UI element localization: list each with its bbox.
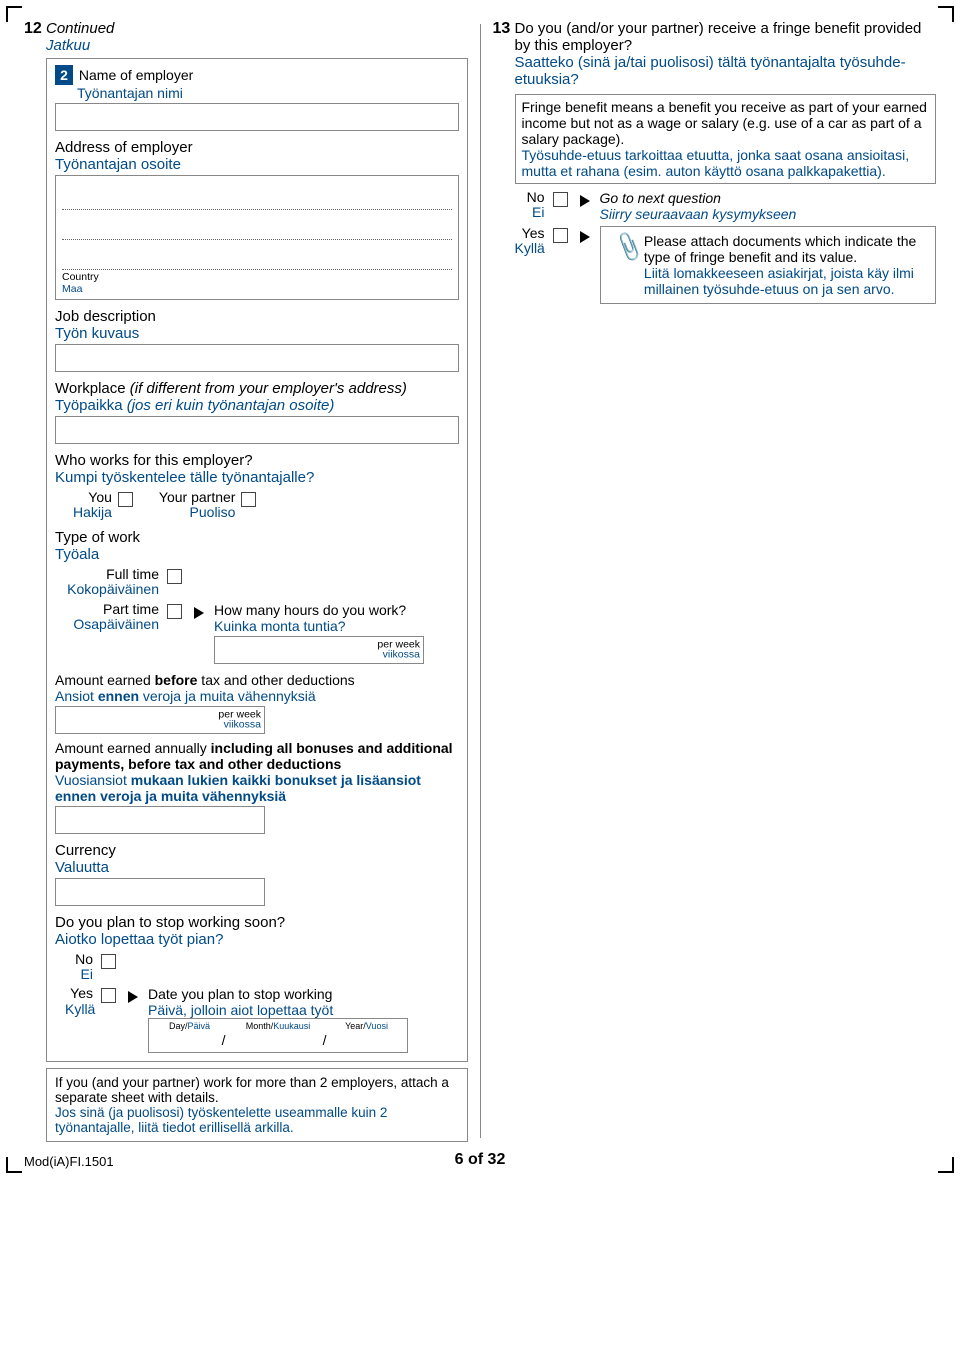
who-works-label-fi: Kumpi työskentelee tälle työnantajalle?: [55, 469, 459, 486]
stop-no-checkbox[interactable]: [101, 954, 116, 969]
stop-yes-fi: Kyllä: [65, 1002, 93, 1017]
type-of-work-label-en: Type of work: [55, 529, 140, 546]
fringe-definition-box: Fringe benefit means a benefit you recei…: [515, 94, 937, 184]
q13-yes-checkbox[interactable]: [553, 228, 568, 243]
employer-name-input[interactable]: [55, 103, 459, 131]
attach-documents-box: 📎 Please attach documents which indicate…: [600, 226, 937, 304]
arrow-icon-3: [580, 195, 590, 207]
currency-label-en: Currency: [55, 842, 116, 859]
goto-next-fi: Siirry seuraavaan kysymykseen: [600, 206, 797, 222]
amount-annual-fi: Vuosiansiot mukaan lukien kaikki bonukse…: [55, 772, 421, 804]
page-footer: Mod(iA)FI.1501 6 of 32: [24, 1154, 936, 1169]
workplace-label-fi: Työpaikka (jos eri kuin työnantajan osoi…: [55, 397, 459, 414]
country-label-en: Country: [62, 271, 99, 283]
fringe-def-fi: Työsuhde-etuus tarkoittaa etuutta, jonka…: [522, 147, 930, 179]
q13-no-en: No: [515, 190, 545, 205]
amount-before-en: Amount earned before tax and other deduc…: [55, 672, 355, 688]
perweek-fi: viikossa: [377, 650, 420, 661]
workplace-input[interactable]: [55, 416, 459, 444]
you-label-en: You: [73, 490, 112, 505]
q13-no-checkbox[interactable]: [553, 192, 568, 207]
employer-address-input[interactable]: Country Maa: [55, 175, 459, 300]
perweek2-en: per week: [218, 709, 261, 720]
parttime-label-en: Part time: [55, 602, 159, 617]
currency-label-fi: Valuutta: [55, 859, 459, 876]
arrow-icon: [194, 607, 204, 619]
partner-label-en: Your partner: [159, 490, 236, 505]
employer-name-label-fi: Työnantajan nimi: [77, 85, 183, 101]
note-en: If you (and your partner) work for more …: [55, 1075, 459, 1105]
attach-text-en: Please attach documents which indicate t…: [644, 233, 927, 265]
employer-badge: 2: [55, 65, 73, 85]
continued-fi: Jatkuu: [46, 37, 90, 54]
q13-yes-fi: Kyllä: [515, 241, 545, 256]
q13-number: 13: [493, 20, 511, 38]
q13-question-en: Do you (and/or your partner) receive a f…: [515, 20, 922, 54]
arrow-icon-4: [580, 231, 590, 243]
q13-question-fi: Saatteko (sinä ja/tai puolisosi) tältä t…: [515, 54, 906, 88]
stop-no-en: No: [65, 952, 93, 967]
who-works-label-en: Who works for this employer?: [55, 452, 253, 469]
question-12: 12 Continued Jatkuu 2 Name of employer T…: [46, 20, 468, 1142]
you-label-fi: Hakija: [73, 505, 112, 520]
crop-mark-br: [938, 1157, 954, 1173]
job-desc-label-en: Job description: [55, 308, 156, 325]
date-stop-fi: Päivä, jolloin aiot lopettaa työt: [148, 1002, 408, 1018]
fulltime-label-fi: Kokopäiväinen: [55, 582, 159, 597]
paperclip-icon: 📎: [598, 230, 646, 300]
hours-label-fi: Kuinka monta tuntia?: [214, 618, 424, 634]
employer-address-label-fi: Työnantajan osoite: [55, 156, 459, 173]
fulltime-checkbox[interactable]: [167, 569, 182, 584]
amount-before-fi: Ansiot ennen veroja ja muita vähennyksiä: [55, 688, 316, 704]
workplace-label-en: Workplace (if different from your employ…: [55, 380, 407, 397]
parttime-checkbox[interactable]: [167, 604, 182, 619]
date-stop-en: Date you plan to stop working: [148, 986, 408, 1002]
partner-label-fi: Puoliso: [159, 505, 236, 520]
perweek-en: per week: [377, 639, 420, 650]
stop-no-fi: Ei: [65, 967, 93, 982]
crop-mark-tr: [938, 6, 954, 22]
employer-name-label-en: Name of employer: [79, 67, 193, 83]
job-desc-input[interactable]: [55, 344, 459, 372]
crop-mark-tl: [6, 6, 22, 22]
stop-working-label-en: Do you plan to stop working soon?: [55, 914, 285, 931]
perweek2-fi: viikossa: [218, 720, 261, 731]
stop-yes-en: Yes: [65, 986, 93, 1001]
continued-en: Continued: [46, 20, 114, 37]
form-code: Mod(iA)FI.1501: [24, 1154, 114, 1169]
parttime-label-fi: Osapäiväinen: [55, 617, 159, 632]
country-label-fi: Maa: [62, 283, 82, 295]
question-13: 13 Do you (and/or your partner) receive …: [515, 20, 937, 1142]
fulltime-label-en: Full time: [55, 567, 159, 582]
stop-yes-checkbox[interactable]: [101, 988, 116, 1003]
date-stop-input[interactable]: Day/Päivä Month/Kuukausi Year/Vuosi / /: [148, 1018, 408, 1053]
attach-text-fi: Liitä lomakkeeseen asiakirjat, joista kä…: [644, 265, 927, 297]
job-desc-label-fi: Työn kuvaus: [55, 325, 459, 342]
column-divider: [480, 24, 481, 1138]
employer-address-label-en: Address of employer: [55, 139, 193, 156]
note-fi: Jos sinä (ja puolisosi) työskentelette u…: [55, 1105, 459, 1135]
page-number: 6 of 32: [455, 1151, 506, 1169]
stop-working-label-fi: Aiotko lopettaa työt pian?: [55, 931, 459, 948]
fringe-def-en: Fringe benefit means a benefit you recei…: [522, 99, 930, 147]
q13-no-fi: Ei: [515, 205, 545, 220]
type-of-work-label-fi: Työala: [55, 546, 459, 563]
hours-label-en: How many hours do you work?: [214, 602, 424, 618]
currency-input[interactable]: [55, 878, 265, 906]
q12-number: 12: [24, 20, 42, 38]
you-checkbox[interactable]: [118, 492, 133, 507]
crop-mark-bl: [6, 1157, 22, 1173]
partner-checkbox[interactable]: [241, 492, 256, 507]
more-employers-note: If you (and your partner) work for more …: [46, 1068, 468, 1142]
arrow-icon-2: [128, 991, 138, 1003]
amount-annual-input[interactable]: [55, 806, 265, 834]
goto-next-en: Go to next question: [600, 190, 797, 206]
employer-section: 2 Name of employer Työnantajan nimi Addr…: [46, 58, 468, 1062]
q13-yes-en: Yes: [515, 226, 545, 241]
amount-annual-en: Amount earned annually including all bon…: [55, 740, 453, 772]
